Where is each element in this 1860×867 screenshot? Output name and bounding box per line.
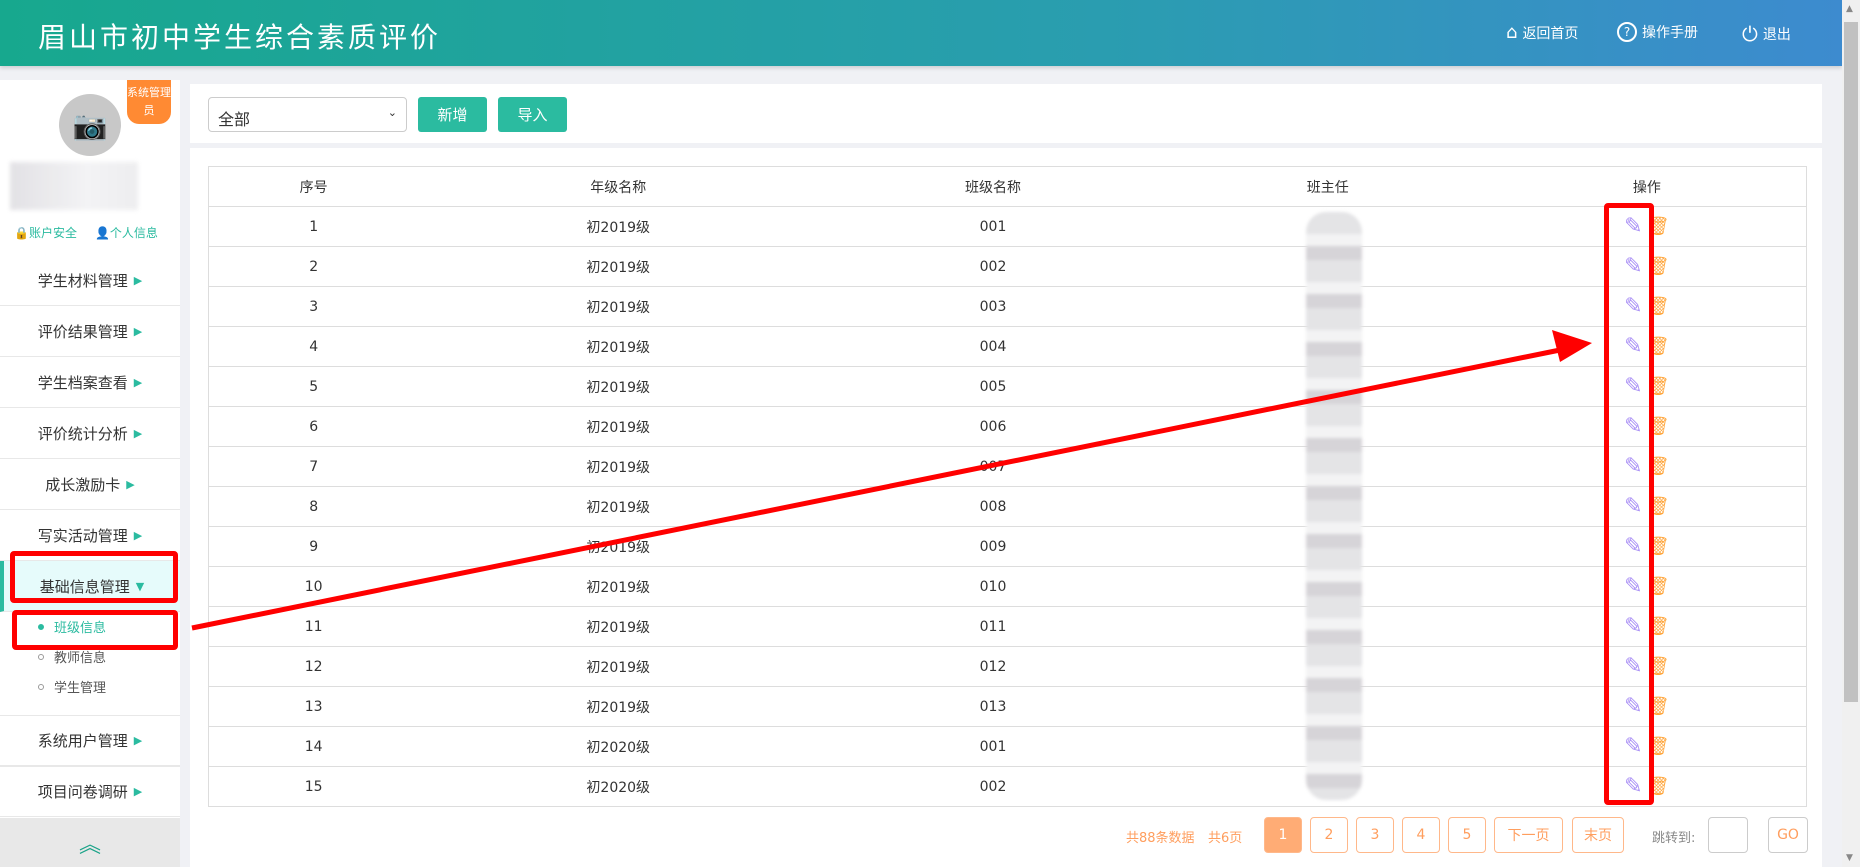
annotation-arrow [191, 330, 1592, 631]
